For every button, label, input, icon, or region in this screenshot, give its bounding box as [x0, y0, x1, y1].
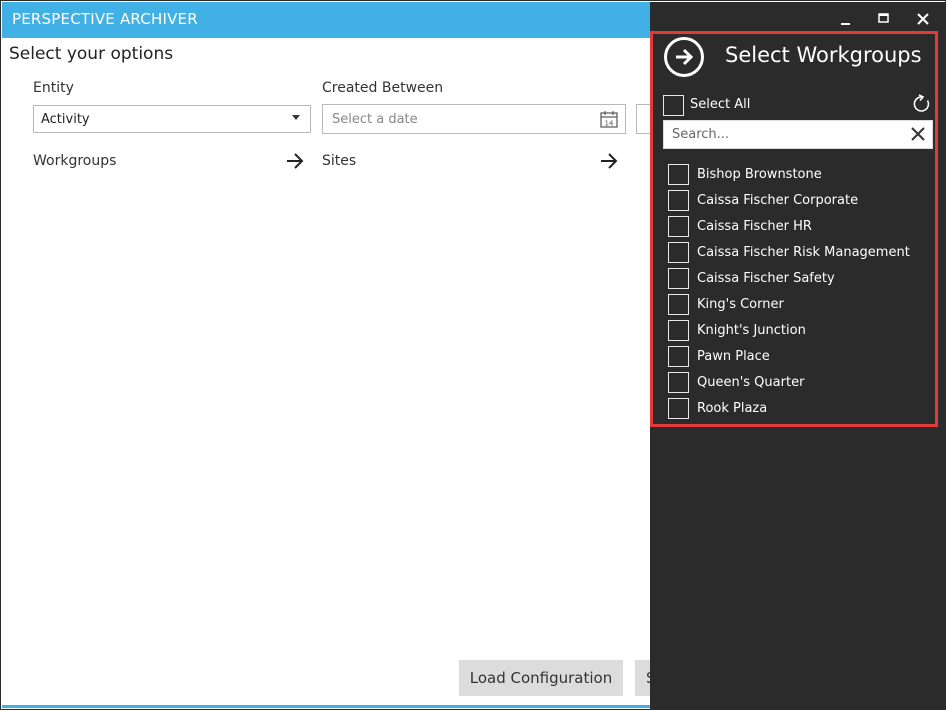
panel-header: Select Workgroups [664, 37, 934, 77]
created-from-date-input[interactable]: Select a date 14 [322, 104, 626, 134]
list-item[interactable]: Caissa Fischer Safety [668, 268, 930, 294]
workgroup-label: Rook Plaza [697, 401, 768, 416]
list-item[interactable]: Caissa Fischer HR [668, 216, 930, 242]
workgroup-label: Caissa Fischer Safety [697, 271, 835, 286]
sites-label: Sites [322, 153, 357, 169]
date-placeholder: Select a date [332, 112, 418, 127]
refresh-icon[interactable] [912, 94, 932, 114]
workgroup-label: Caissa Fischer HR [697, 219, 812, 234]
workgroup-checkbox[interactable] [668, 242, 689, 263]
workgroup-label: Queen's Quarter [697, 375, 805, 390]
sites-arrow-icon[interactable] [599, 151, 619, 171]
workgroup-label: Caissa Fischer Corporate [697, 193, 859, 208]
entity-select[interactable]: Activity [33, 105, 311, 133]
page-heading: Select your options [9, 44, 174, 64]
bottom-accent-bar [2, 705, 650, 708]
list-item[interactable]: Rook Plaza [668, 398, 930, 424]
workgroup-checkbox[interactable] [668, 294, 689, 315]
secondary-button[interactable]: S [635, 660, 650, 696]
workgroup-list: Bishop Brownstone Caissa Fischer Corpora… [668, 164, 930, 424]
list-item[interactable]: Queen's Quarter [668, 372, 930, 398]
window-title: PERSPECTIVE ARCHIVER [12, 10, 198, 28]
list-item[interactable]: Caissa Fischer Risk Management [668, 242, 930, 268]
workgroup-label: Pawn Place [697, 349, 770, 364]
panel-back-button[interactable] [664, 37, 704, 77]
list-item[interactable]: King's Corner [668, 294, 930, 320]
workgroups-arrow-icon[interactable] [285, 151, 305, 171]
list-item[interactable]: Knight's Junction [668, 320, 930, 346]
load-configuration-button[interactable]: Load Configuration [459, 660, 623, 696]
panel-title: Select Workgroups [725, 43, 922, 67]
workgroup-checkbox[interactable] [668, 164, 689, 185]
select-all-label: Select All [690, 97, 751, 112]
maximize-icon[interactable] [874, 9, 894, 29]
created-between-label: Created Between [322, 80, 444, 96]
arrow-right-icon [676, 48, 694, 66]
minimize-icon[interactable] [836, 9, 856, 29]
list-item[interactable]: Bishop Brownstone [668, 164, 930, 190]
app-window: PERSPECTIVE ARCHIVER Select your options… [0, 0, 946, 710]
calendar-icon[interactable]: 14 [599, 109, 619, 129]
clear-search-icon[interactable] [910, 126, 926, 142]
workgroup-search-input[interactable] [664, 121, 904, 148]
entity-selected-value: Activity [41, 112, 90, 127]
list-item[interactable]: Caissa Fischer Corporate [668, 190, 930, 216]
workgroups-label: Workgroups [33, 153, 117, 169]
chevron-down-icon [292, 115, 300, 120]
workgroup-label: Bishop Brownstone [697, 167, 822, 182]
list-item[interactable]: Pawn Place [668, 346, 930, 372]
workgroup-search [663, 120, 933, 149]
title-bar: PERSPECTIVE ARCHIVER [2, 2, 650, 38]
svg-text:14: 14 [605, 120, 614, 128]
workgroup-checkbox[interactable] [668, 398, 689, 419]
workgroup-label: Caissa Fischer Risk Management [697, 245, 910, 260]
workgroup-label: King's Corner [697, 297, 784, 312]
entity-label: Entity [33, 80, 74, 96]
workgroup-checkbox[interactable] [668, 268, 689, 289]
close-icon[interactable] [913, 9, 933, 29]
workgroup-checkbox[interactable] [668, 320, 689, 341]
workgroup-label: Knight's Junction [697, 323, 806, 338]
workgroup-checkbox[interactable] [668, 190, 689, 211]
workgroup-checkbox[interactable] [668, 346, 689, 367]
select-all-checkbox[interactable] [663, 95, 684, 116]
workgroup-checkbox[interactable] [668, 216, 689, 237]
workgroup-checkbox[interactable] [668, 372, 689, 393]
